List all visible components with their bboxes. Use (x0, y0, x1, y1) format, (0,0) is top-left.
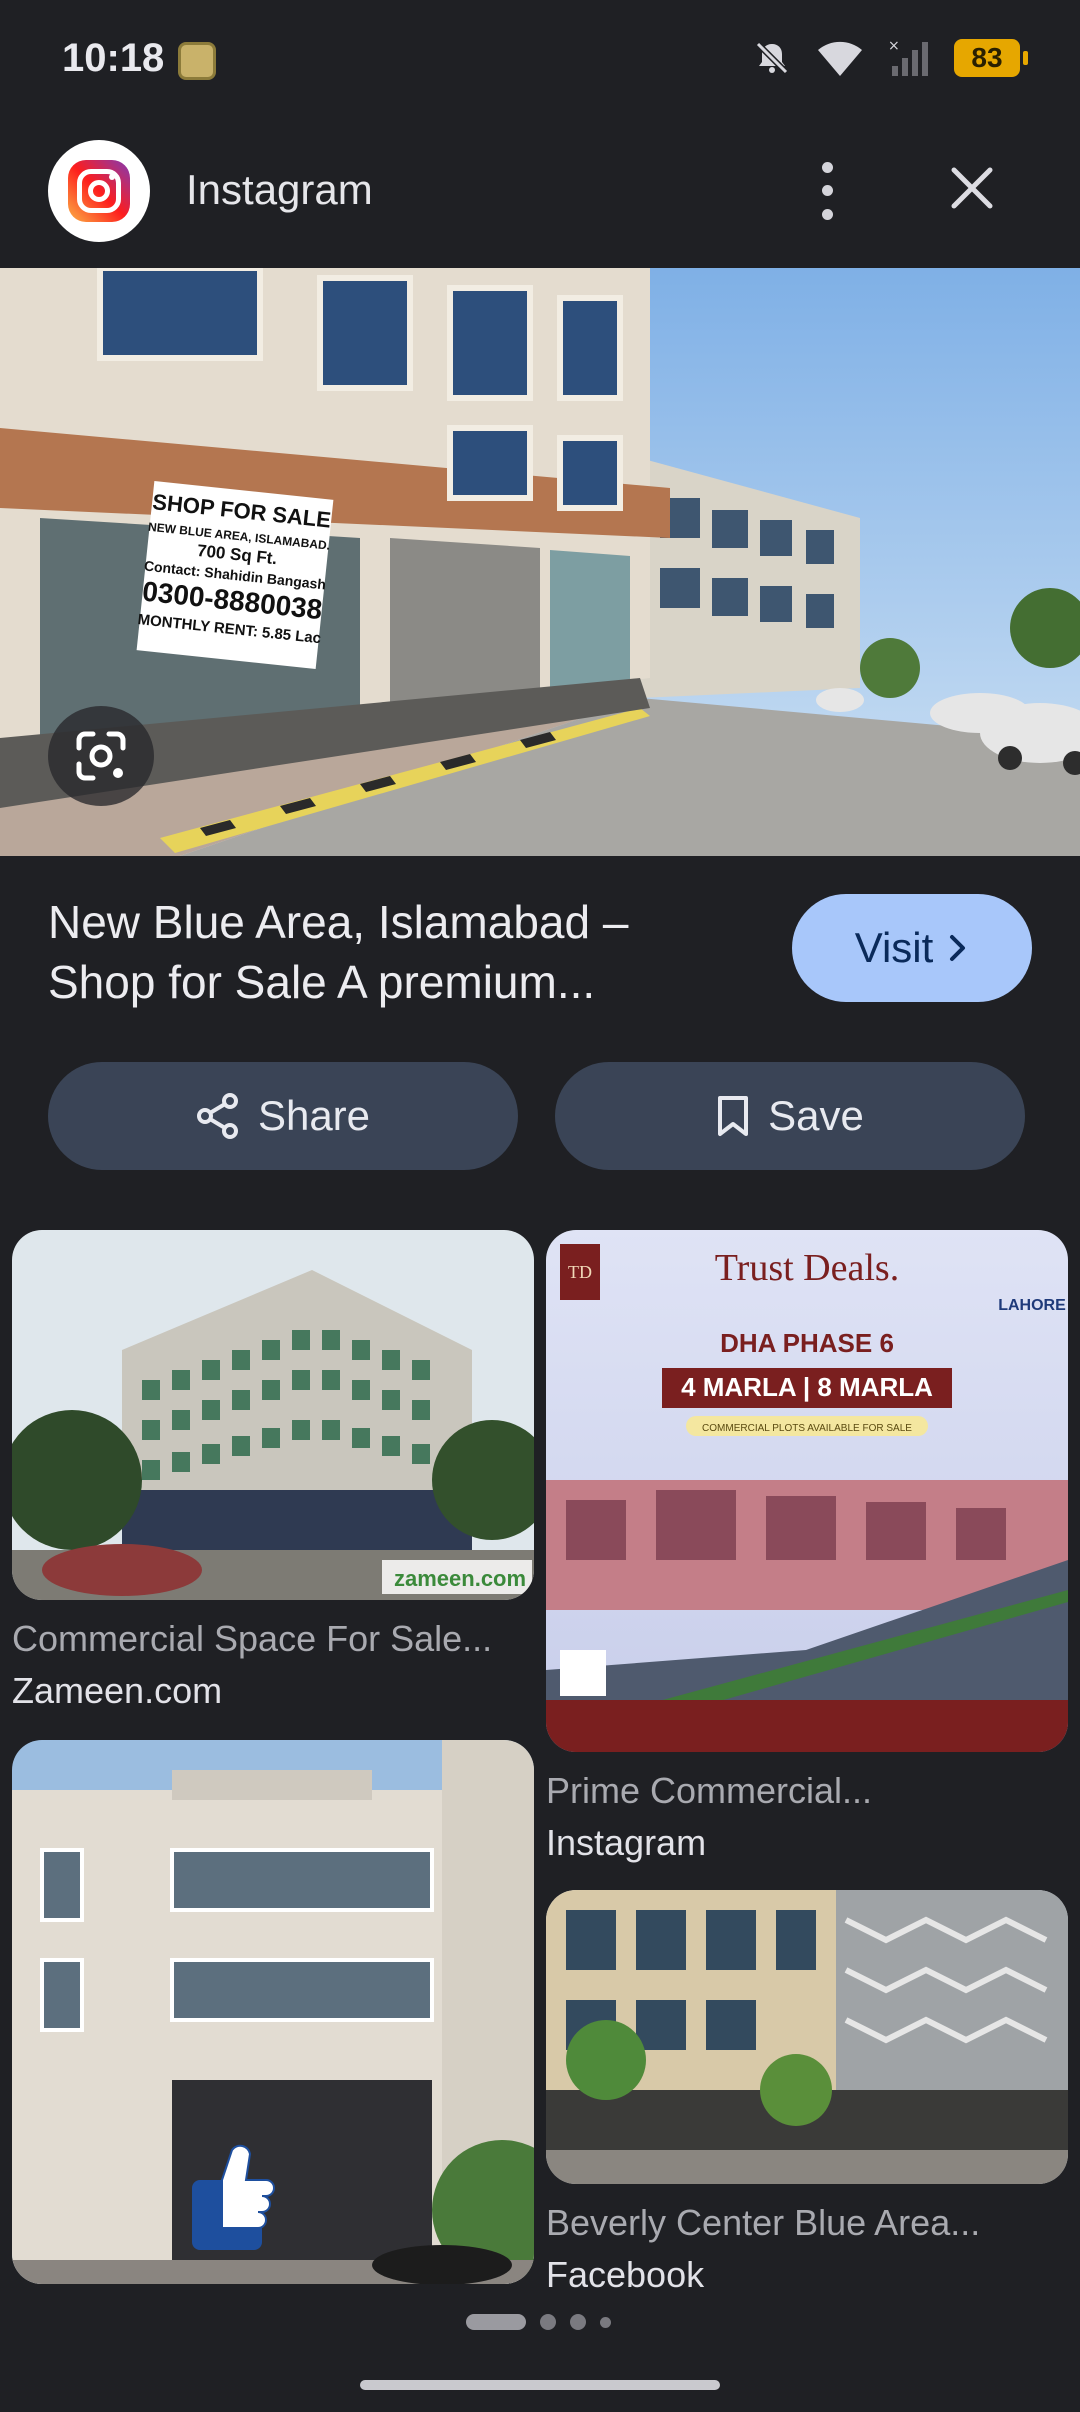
site-name[interactable]: Instagram (186, 166, 373, 214)
svg-text:×: × (888, 38, 900, 54)
page-indicator (466, 2314, 611, 2330)
page-dot (600, 2316, 611, 2328)
related-source: Zameen.com (12, 1670, 223, 1711)
status-time: 10:18 (62, 36, 165, 80)
mute-bell-icon (755, 41, 789, 75)
share-button-label: Share (257, 1092, 371, 1139)
bottom-bar (0, 2288, 1080, 2412)
bookmark-icon (718, 1096, 749, 1136)
close-icon[interactable] (944, 160, 1000, 216)
ad-corner: LAHORE (998, 1297, 1066, 1314)
page-dot (540, 2314, 556, 2330)
google-lens-icon (76, 731, 126, 781)
ad-headline: DHA PHASE 6 (720, 1328, 894, 1358)
save-button[interactable]: Save (555, 1062, 1025, 1170)
share-button[interactable]: Share (48, 1062, 518, 1170)
status-icons: × 83 (752, 38, 1028, 78)
wifi-icon (818, 41, 862, 76)
gesture-nav-handle[interactable] (360, 2380, 720, 2390)
chevron-right-icon (950, 935, 966, 961)
more-options-icon[interactable] (812, 156, 842, 226)
visit-button-label: Visit (854, 924, 934, 971)
ad-sub: COMMERCIAL PLOTS AVAILABLE FOR SALE (702, 1423, 912, 1434)
visit-button[interactable]: Visit (792, 894, 1032, 1002)
shop-sign: SHOP FOR SALE NEW BLUE AREA, ISLAMABAD. … (136, 481, 334, 669)
related-thumbnail (12, 1740, 534, 2284)
battery-indicator: 83 (954, 39, 1028, 77)
save-button-label: Save (768, 1092, 864, 1139)
related-card[interactable]: zameen.com Commercial Space For Sale... … (12, 1230, 534, 1712)
source-header: Instagram (0, 130, 1080, 270)
shop-building-photo: SHOP FOR SALE NEW BLUE AREA, ISLAMABAD. … (0, 268, 1080, 856)
share-icon (196, 1093, 238, 1139)
main-image[interactable]: SHOP FOR SALE NEW BLUE AREA, ISLAMABAD. … (0, 268, 1080, 856)
instagram-logo-icon (68, 160, 130, 222)
ad-brand: Trust Deals. (715, 1247, 899, 1289)
page-dot-active (466, 2314, 526, 2330)
result-title[interactable]: New Blue Area, Islamabad – Shop for Sale… (48, 892, 748, 1012)
related-title: Commercial Space For Sale... (12, 1618, 493, 1659)
notification-app-icon (178, 42, 216, 80)
cell-signal-icon: × (888, 38, 928, 76)
related-thumbnail (546, 1890, 1068, 2184)
related-thumbnail: zameen.com (12, 1230, 534, 1600)
zameen-watermark: zameen.com (394, 1566, 526, 1591)
related-card[interactable]: Beverly Center Blue Area... Facebook (546, 1890, 1068, 2296)
related-card[interactable]: TD Trust Deals. LAHORE DHA PHASE 6 4 MAR… (546, 1230, 1068, 1864)
related-thumbnail: TD Trust Deals. LAHORE DHA PHASE 6 4 MAR… (546, 1230, 1068, 1752)
status-bar: 10:18 × 83 (0, 0, 1080, 120)
related-source: Instagram (546, 1822, 707, 1863)
related-title: Prime Commercial... (546, 1770, 873, 1811)
site-avatar[interactable] (48, 140, 150, 242)
svg-text:TD: TD (568, 1262, 592, 1282)
page-dot (570, 2314, 586, 2330)
lens-search-button[interactable] (48, 706, 154, 806)
related-title: Beverly Center Blue Area... (546, 2202, 981, 2243)
ad-plots: 4 MARLA | 8 MARLA (681, 1372, 933, 1402)
related-card[interactable] (12, 1740, 534, 2284)
